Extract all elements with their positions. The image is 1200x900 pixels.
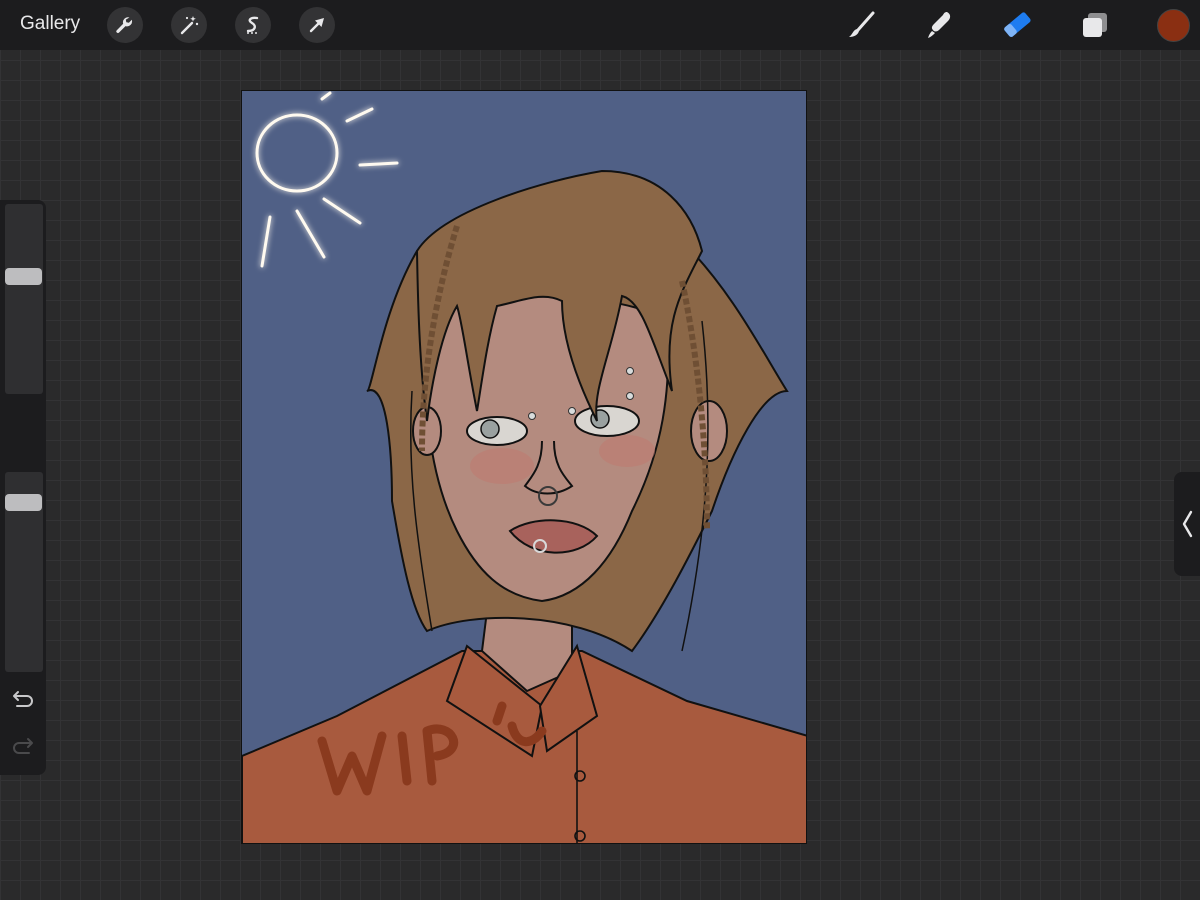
actions-button[interactable] xyxy=(107,7,143,43)
undo-button[interactable] xyxy=(9,689,37,711)
chevron-left-icon xyxy=(1182,510,1193,538)
sidebar xyxy=(0,200,46,775)
magic-wand-icon xyxy=(180,16,199,35)
color-swatch-button[interactable] xyxy=(1157,9,1190,42)
selection-button[interactable] xyxy=(235,7,271,43)
selection-icon xyxy=(246,16,259,34)
eraser-tool-button[interactable] xyxy=(999,7,1035,43)
opacity-thumb[interactable] xyxy=(5,493,42,511)
layers-icon xyxy=(1083,13,1107,37)
gallery-button[interactable]: Gallery xyxy=(20,13,80,35)
layers-button[interactable] xyxy=(1077,7,1113,43)
brush-tool-button[interactable] xyxy=(844,7,880,43)
top-toolbar: Gallery xyxy=(0,0,1200,50)
redo-icon xyxy=(13,738,33,754)
wrench-icon xyxy=(116,17,133,33)
drawing-canvas[interactable] xyxy=(241,90,807,844)
brush-icon xyxy=(849,11,875,37)
adjustments-button[interactable] xyxy=(171,7,207,43)
smudge-icon xyxy=(928,12,951,38)
collapse-panel-button[interactable] xyxy=(1174,472,1200,576)
smudge-tool-button[interactable] xyxy=(921,7,957,43)
undo-icon xyxy=(13,691,33,707)
sun-doodle xyxy=(255,91,399,268)
eraser-icon xyxy=(1004,12,1031,37)
transform-button[interactable] xyxy=(299,7,335,43)
artwork xyxy=(242,91,806,843)
transform-arrow-icon xyxy=(309,18,324,33)
brush-size-slider[interactable] xyxy=(5,204,43,394)
redo-button[interactable] xyxy=(9,736,37,758)
brush-size-thumb[interactable] xyxy=(5,268,42,285)
